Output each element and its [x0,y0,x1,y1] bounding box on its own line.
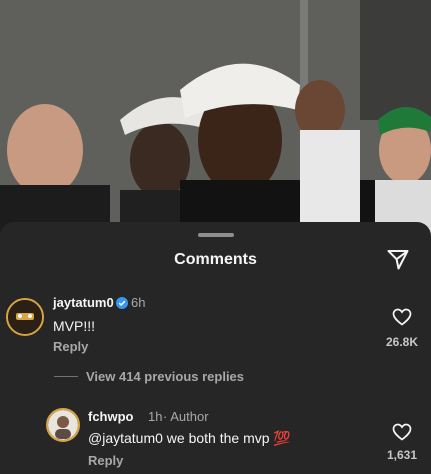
paper-plane-icon [387,250,409,270]
background-photo [0,0,431,240]
reply-avatar[interactable] [46,408,80,442]
sheet-title: Comments [174,251,257,268]
author-tag: · Author [163,409,209,424]
reply-time: 1h [148,409,163,424]
reply-avatar-image [48,410,78,440]
avatar[interactable] [6,298,44,336]
reply-username[interactable]: fchwpo [88,409,134,424]
sheet-drag-handle[interactable] [198,233,234,237]
reply-reply-button[interactable]: Reply [88,453,123,468]
view-replies-button[interactable]: View 414 previous replies [86,369,244,384]
avatar-image [8,300,42,334]
instagram-screen: Comments jaytatum0 6h MVP!!! Reply 26.8K… [0,0,431,474]
reply-like-button[interactable] [392,423,412,441]
comment-time: 6h [131,295,146,310]
reply-button[interactable]: Reply [53,339,88,354]
comment-text: MVP!!! [53,318,96,334]
comments-sheet: Comments jaytatum0 6h MVP!!! Reply 26.8K… [0,222,431,474]
celebration-photo-illustration [0,0,431,240]
like-count: 26.8K [385,335,419,349]
share-button[interactable] [386,248,410,272]
comment-username[interactable]: jaytatum0 [53,295,114,310]
replies-divider [54,376,78,377]
verified-badge-icon [116,297,128,309]
heart-icon [392,308,412,326]
reply-text: @jaytatum0 we both the mvp 💯 [88,430,291,446]
reply-like-count: 1,631 [386,448,418,462]
heart-icon [392,423,412,441]
like-button[interactable] [392,308,412,326]
